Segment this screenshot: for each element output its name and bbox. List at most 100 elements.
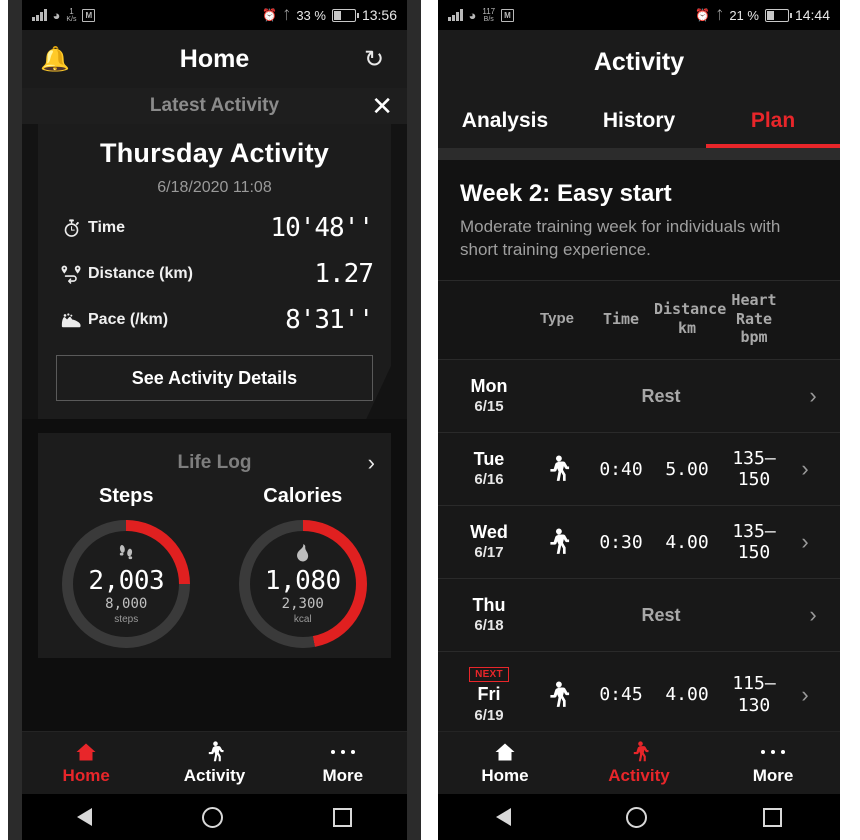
nav-item-home[interactable]: Home — [22, 741, 150, 786]
row-rest-label: Rest — [641, 604, 681, 625]
activity-card[interactable]: Thursday Activity 6/18/2020 11:08 Time 1… — [38, 124, 391, 419]
status-clock: 13:56 — [361, 7, 397, 23]
row-date: 6/16 — [474, 471, 504, 489]
bell-icon[interactable]: 🔔 — [38, 42, 72, 76]
network-speed-value: 117 — [482, 6, 496, 16]
battery-percent: 21 % — [729, 7, 759, 23]
chevron-right-icon[interactable]: › — [368, 450, 375, 476]
home-circle-icon[interactable] — [626, 806, 648, 828]
system-nav-left — [22, 794, 407, 840]
metric-value-time: 10'48'' — [270, 213, 374, 243]
table-row[interactable]: Mon 6/15 Rest › — [438, 360, 840, 434]
row-day: Tue 6/16 — [452, 449, 526, 490]
chevron-right-icon[interactable]: › — [796, 602, 830, 628]
nav-item-activity[interactable]: Activity — [572, 740, 706, 786]
ellipsis-icon — [330, 741, 356, 763]
status-bar-right: ◕ 117 B/s M ⏰ ᛏ 21 % 14:44 — [438, 0, 840, 30]
life-log-rings: Steps 2,003 8,000 steps Calories 1,080 2… — [38, 483, 391, 658]
route-pin-icon — [56, 264, 86, 284]
ring-goal-steps: 8,000 — [105, 595, 148, 612]
network-speed-unit: B/s — [483, 15, 494, 23]
see-activity-details-button[interactable]: See Activity Details — [56, 355, 373, 401]
row-day: NEXT Fri 6/19 — [452, 664, 526, 725]
header-hr-line3: bpm — [740, 328, 768, 347]
m-badge-icon: M — [501, 8, 514, 22]
row-day-name: Wed — [470, 521, 508, 542]
chevron-right-icon[interactable]: › — [788, 529, 822, 555]
nav-item-more[interactable]: More — [279, 741, 407, 786]
signal-icon — [448, 9, 463, 21]
header-type: Type — [540, 309, 574, 327]
table-row[interactable]: Thu 6/18 Rest › — [438, 579, 840, 653]
row-date: 6/15 — [474, 398, 504, 416]
tab-history[interactable]: History — [572, 94, 706, 148]
row-heart-rate: 135– 150 — [732, 520, 776, 564]
row-time: 0:40 — [599, 458, 643, 480]
header-hr-line1: Heart — [731, 290, 777, 309]
tab-plan[interactable]: Plan — [706, 94, 840, 148]
network-speed-unit: K/s — [66, 15, 77, 23]
m-badge-icon: M — [82, 8, 96, 22]
row-day-name: Tue — [473, 448, 505, 469]
close-icon[interactable]: ✕ — [371, 92, 393, 120]
battery-percent: 33 % — [296, 7, 326, 23]
home-icon — [494, 741, 516, 763]
footsteps-icon — [116, 543, 136, 566]
progress-ring-calories: 1,080 2,300 kcal — [238, 520, 367, 648]
metric-value-distance: 1.27 — [314, 259, 374, 289]
progress-ring-steps: 2,003 8,000 steps — [62, 520, 191, 648]
nav-item-home[interactable]: Home — [438, 741, 572, 786]
table-row[interactable]: Tue 6/16 0:40 5.00 135– 150 › — [438, 433, 840, 507]
nav-label-more: More — [752, 765, 794, 785]
ring-goal-calories: 2,300 — [281, 595, 324, 612]
app-bar-left: 🔔 Home ↻ — [22, 30, 407, 88]
back-icon[interactable] — [495, 808, 511, 826]
chevron-right-icon[interactable]: › — [788, 456, 822, 482]
ring-inner-steps: 2,003 8,000 steps — [73, 531, 180, 637]
row-time: 0:45 — [599, 684, 643, 706]
metric-row-distance: Distance (km) 1.27 — [56, 259, 374, 289]
row-day-name: Thu — [472, 594, 506, 615]
row-day: Thu 6/18 — [452, 595, 526, 636]
recents-icon[interactable] — [333, 807, 352, 827]
week-summary: Week 2: Easy start Moderate training wee… — [438, 160, 840, 281]
wifi-icon: ◕ — [468, 7, 477, 23]
sync-icon[interactable]: ↻ — [357, 42, 391, 76]
latest-activity-label: Latest Activity — [149, 95, 280, 116]
app-bar-right: Activity — [438, 30, 840, 94]
phone-bezel-left — [8, 0, 22, 840]
ring-calories[interactable]: Calories 1,080 2,300 kcal — [215, 485, 392, 648]
system-nav-right — [438, 794, 840, 840]
header-heart-rate: Heart Rate bpm — [720, 291, 788, 347]
runner-icon — [526, 455, 588, 483]
header-time: Time — [602, 309, 640, 328]
stopwatch-icon — [56, 218, 86, 238]
status-bar-left: ◕ 1 K/s M ⏰ ᛏ 33 % 13:56 — [22, 0, 407, 30]
network-speed: 117 B/s — [482, 6, 496, 23]
nav-item-activity[interactable]: Activity — [150, 740, 278, 786]
nav-label-more: More — [322, 765, 364, 785]
shoe-icon — [56, 312, 86, 329]
tab-analysis[interactable]: Analysis — [438, 94, 572, 148]
row-date: 6/19 — [474, 706, 504, 724]
metric-row-pace: Pace (/km) 8'31'' — [56, 305, 374, 335]
header-distance: Distance km — [654, 300, 726, 338]
nav-item-more[interactable]: More — [706, 741, 840, 786]
life-log-header[interactable]: Life Log › — [38, 443, 391, 483]
table-row[interactable]: Wed 6/17 0:30 4.00 135– 150 › — [438, 506, 840, 580]
ring-inner-calories: 1,080 2,300 kcal — [249, 531, 356, 637]
ellipsis-icon — [760, 741, 786, 763]
home-icon — [75, 741, 97, 763]
row-distance: 5.00 — [665, 458, 709, 480]
screen-left: ◕ 1 K/s M ⏰ ᛏ 33 % 13:56 🔔 Home ↻ Latest… — [22, 0, 407, 840]
chevron-right-icon[interactable]: › — [796, 383, 830, 409]
recents-icon[interactable] — [763, 807, 783, 827]
home-circle-icon[interactable] — [202, 806, 223, 828]
life-log-card[interactable]: Life Log › Steps 2,003 8,000 steps Calor… — [38, 433, 391, 658]
bottom-nav-left: Home Activity More — [22, 731, 407, 794]
back-icon[interactable] — [77, 808, 92, 826]
ring-steps[interactable]: Steps 2,003 8,000 steps — [38, 485, 215, 648]
header-distance-line2: km — [677, 319, 697, 337]
chevron-right-icon[interactable]: › — [788, 682, 822, 708]
table-row[interactable]: NEXT Fri 6/19 0:45 4.00 115– 130 › — [438, 652, 840, 739]
